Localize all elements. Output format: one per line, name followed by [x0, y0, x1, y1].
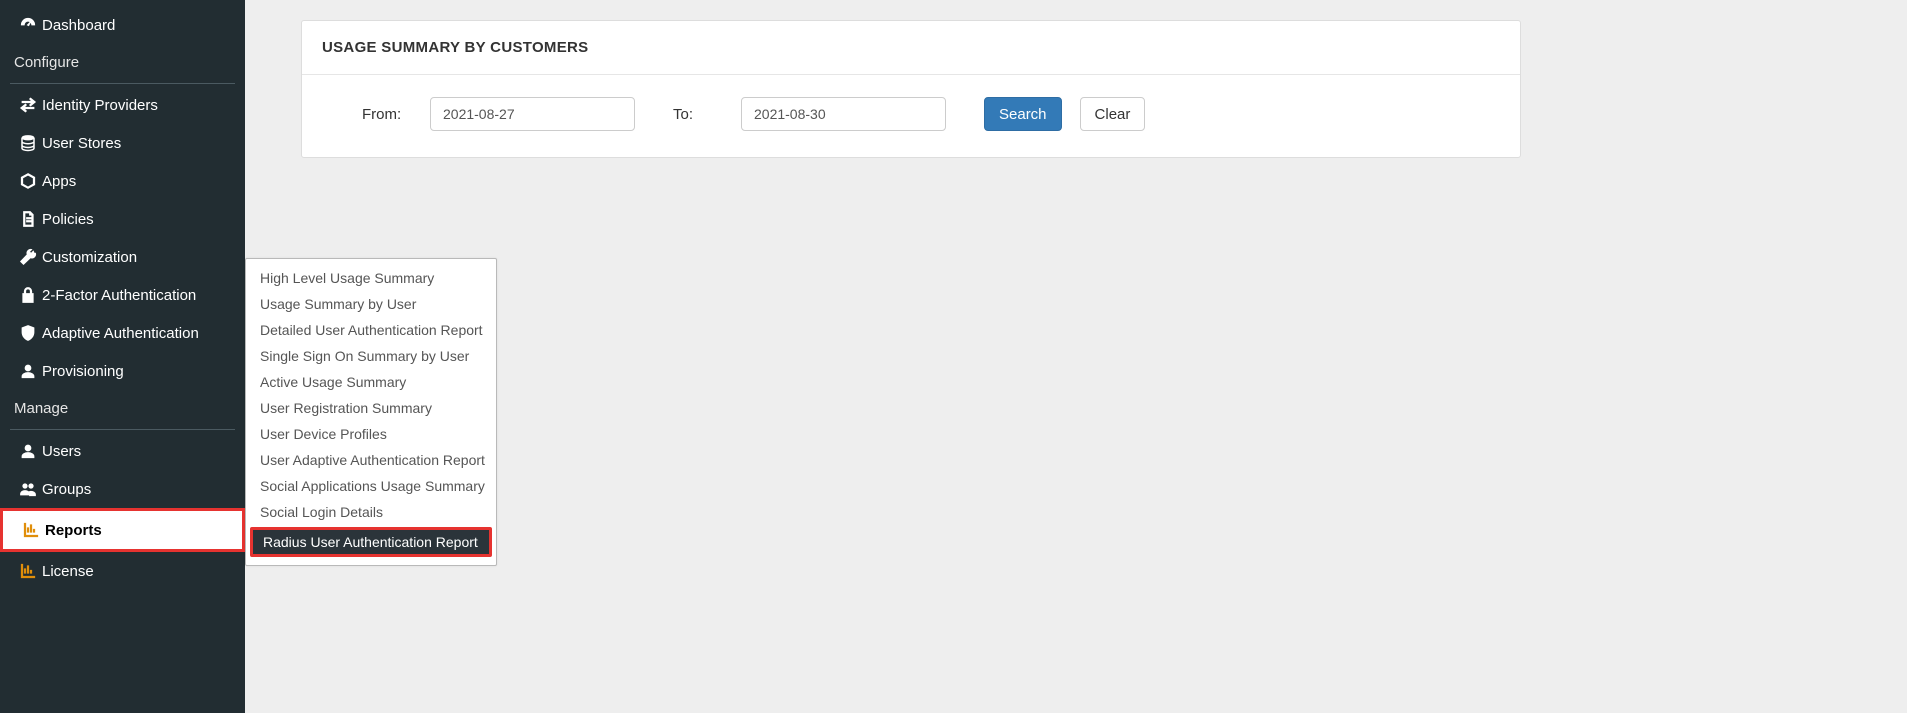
- flyout-item[interactable]: User Adaptive Authentication Report: [246, 447, 496, 473]
- flyout-item[interactable]: Social Login Details: [246, 499, 496, 525]
- user-icon: [14, 442, 42, 460]
- flyout-item[interactable]: Active Usage Summary: [246, 369, 496, 395]
- database-icon: [14, 134, 42, 152]
- from-date-input[interactable]: [430, 97, 635, 131]
- dashboard-icon: [14, 16, 42, 34]
- clear-button[interactable]: Clear: [1080, 97, 1146, 131]
- sidebar-label: Provisioning: [42, 363, 124, 380]
- wrench-icon: [14, 248, 42, 266]
- shield-icon: [14, 324, 42, 342]
- lock-icon: [14, 286, 42, 304]
- users-icon: [14, 480, 42, 498]
- sidebar-label: Groups: [42, 481, 91, 498]
- panel-body: From: To: Search Clear: [302, 75, 1520, 157]
- chart-icon: [14, 562, 42, 580]
- cube-icon: [14, 172, 42, 190]
- sidebar-label: License: [42, 563, 94, 580]
- user-icon: [14, 362, 42, 380]
- sidebar-item-user-stores[interactable]: User Stores: [0, 124, 245, 162]
- panel-title: USAGE SUMMARY BY CUSTOMERS: [302, 21, 1520, 75]
- sidebar-label: 2-Factor Authentication: [42, 287, 196, 304]
- sidebar-item-two-factor[interactable]: 2-Factor Authentication: [0, 276, 245, 314]
- sidebar-label: Identity Providers: [42, 97, 158, 114]
- sidebar-item-users[interactable]: Users: [0, 432, 245, 470]
- flyout-item[interactable]: Detailed User Authentication Report: [246, 317, 496, 343]
- sidebar-label-dashboard: Dashboard: [42, 17, 115, 34]
- sidebar-item-adaptive-auth[interactable]: Adaptive Authentication: [0, 314, 245, 352]
- reports-flyout-menu: High Level Usage Summary Usage Summary b…: [245, 258, 497, 566]
- to-label: To:: [673, 106, 723, 123]
- sidebar-item-provisioning[interactable]: Provisioning: [0, 352, 245, 390]
- flyout-item[interactable]: User Device Profiles: [246, 421, 496, 447]
- panel-usage-summary: USAGE SUMMARY BY CUSTOMERS From: To: Sea…: [301, 20, 1521, 158]
- document-icon: [14, 210, 42, 228]
- sidebar-label: Reports: [45, 522, 102, 539]
- exchange-icon: [14, 96, 42, 114]
- sidebar-item-apps[interactable]: Apps: [0, 162, 245, 200]
- sidebar-section-manage: Manage: [0, 390, 245, 425]
- sidebar-item-reports[interactable]: Reports: [0, 508, 245, 552]
- flyout-item[interactable]: High Level Usage Summary: [246, 265, 496, 291]
- flyout-item[interactable]: User Registration Summary: [246, 395, 496, 421]
- sidebar-label: Adaptive Authentication: [42, 325, 199, 342]
- sidebar-item-groups[interactable]: Groups: [0, 470, 245, 508]
- sidebar-item-customization[interactable]: Customization: [0, 238, 245, 276]
- sidebar-item-identity-providers[interactable]: Identity Providers: [0, 86, 245, 124]
- sidebar-item-dashboard[interactable]: Dashboard: [0, 6, 245, 44]
- flyout-item[interactable]: Single Sign On Summary by User: [246, 343, 496, 369]
- divider: [10, 83, 235, 84]
- to-date-input[interactable]: [741, 97, 946, 131]
- sidebar-item-license[interactable]: License: [0, 552, 245, 590]
- chart-icon: [17, 521, 45, 539]
- flyout-item-radius-report[interactable]: Radius User Authentication Report: [250, 527, 492, 557]
- divider: [10, 429, 235, 430]
- search-button[interactable]: Search: [984, 97, 1062, 131]
- sidebar-label: Policies: [42, 211, 94, 228]
- sidebar-label: Apps: [42, 173, 76, 190]
- sidebar: Dashboard Configure Identity Providers U…: [0, 0, 245, 713]
- from-label: From:: [362, 106, 412, 123]
- sidebar-label: Customization: [42, 249, 137, 266]
- flyout-item[interactable]: Social Applications Usage Summary: [246, 473, 496, 499]
- sidebar-item-policies[interactable]: Policies: [0, 200, 245, 238]
- sidebar-label: Users: [42, 443, 81, 460]
- sidebar-section-configure: Configure: [0, 44, 245, 79]
- flyout-item[interactable]: Usage Summary by User: [246, 291, 496, 317]
- sidebar-label: User Stores: [42, 135, 121, 152]
